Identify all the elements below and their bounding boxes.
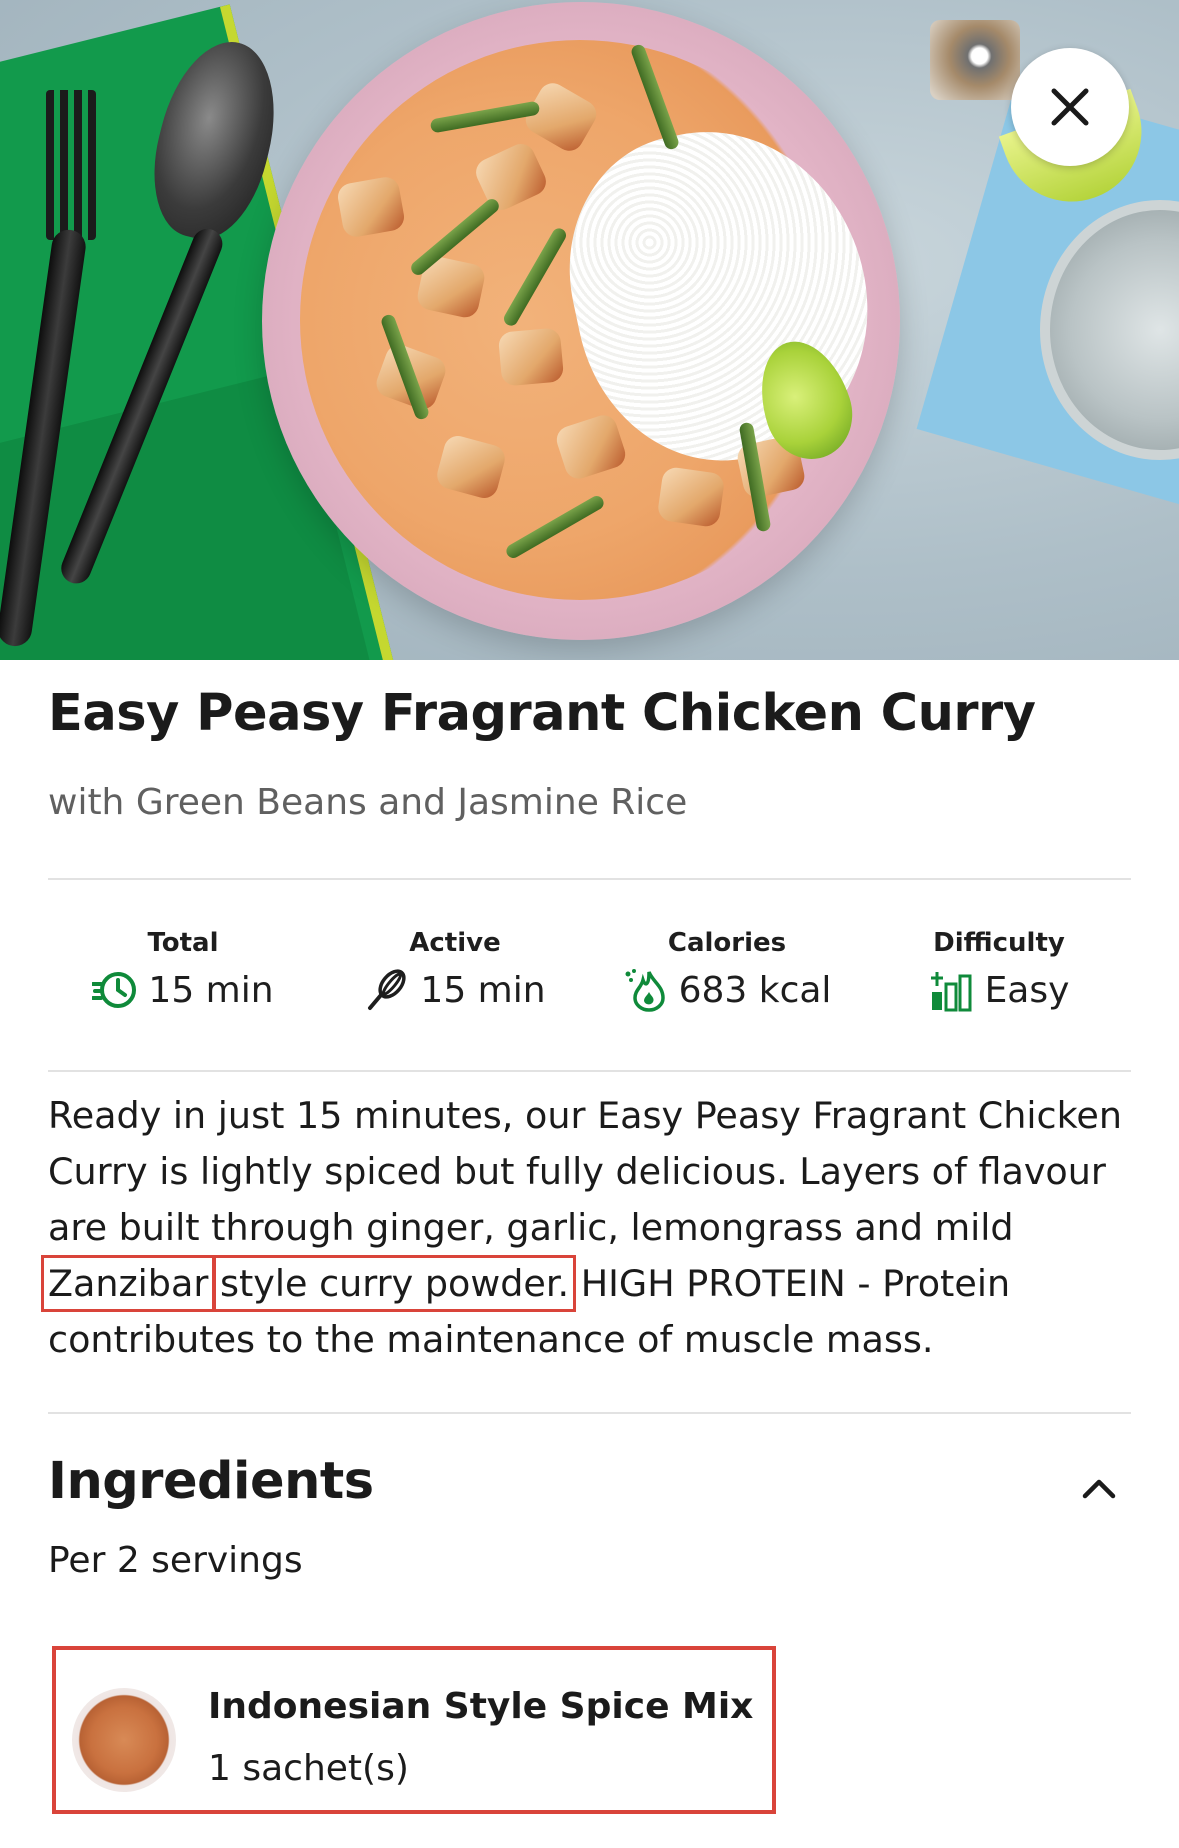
highlighted-text: style curry powder. <box>212 1255 577 1312</box>
servings-label: Per 2 servings <box>48 1540 303 1581</box>
chicken-piece <box>497 327 565 387</box>
stat-label: Active <box>409 928 501 958</box>
stat-difficulty: Difficulty Easy <box>864 928 1134 1012</box>
stat-value: 683 kcal <box>678 969 832 1011</box>
recipe-title: Easy Peasy Fragrant Chicken Curry <box>48 684 1036 743</box>
stat-value: 15 min <box>148 969 274 1011</box>
ingredient-quantity: 1 sachet(s) <box>208 1748 409 1789</box>
stat-total-time: Total 15 min <box>48 928 318 1012</box>
close-button[interactable] <box>1011 48 1129 166</box>
divider <box>48 1412 1131 1414</box>
close-icon <box>1051 88 1089 126</box>
stat-label: Difficulty <box>933 928 1065 958</box>
recipe-hero-image <box>0 0 1179 660</box>
stat-label: Calories <box>667 928 787 958</box>
stat-active-time: Active 15 min <box>320 928 590 1012</box>
ingredient-item: Indonesian Style Spice Mix 1 sachet(s) <box>52 1646 776 1814</box>
spoon <box>56 29 293 600</box>
recipe-description: Ready in just 15 minutes, our Easy Peasy… <box>40 1088 1131 1368</box>
stat-label: Total <box>147 928 219 958</box>
divider <box>48 1070 1131 1072</box>
divider <box>48 878 1131 880</box>
stat-calories: Calories 683 kcal <box>592 928 862 1012</box>
description-text <box>208 1262 220 1305</box>
description-text: Ready in just 15 minutes, our Easy Peasy… <box>48 1094 1123 1249</box>
chicken-piece <box>335 175 407 239</box>
recipe-subtitle: with Green Beans and Jasmine Rice <box>48 782 688 823</box>
stat-value: Easy <box>984 969 1070 1011</box>
highlighted-text: Zanzibar <box>40 1255 216 1312</box>
chevron-up-icon[interactable] <box>1077 1466 1121 1510</box>
recipe-stats: Total 15 min Active 15 min Calories 683 … <box>48 928 1131 1028</box>
difficulty-bars-icon <box>929 968 975 1012</box>
flame-icon <box>623 968 669 1012</box>
ingredient-name: Indonesian Style Spice Mix <box>208 1686 754 1727</box>
timer-icon <box>92 968 138 1012</box>
salt-shaker <box>930 20 1020 100</box>
stat-value: 15 min <box>420 969 546 1011</box>
chicken-piece <box>656 465 726 529</box>
ingredients-heading: Ingredients <box>48 1452 374 1511</box>
whisk-icon <box>364 968 410 1012</box>
ingredient-image <box>72 1688 176 1792</box>
